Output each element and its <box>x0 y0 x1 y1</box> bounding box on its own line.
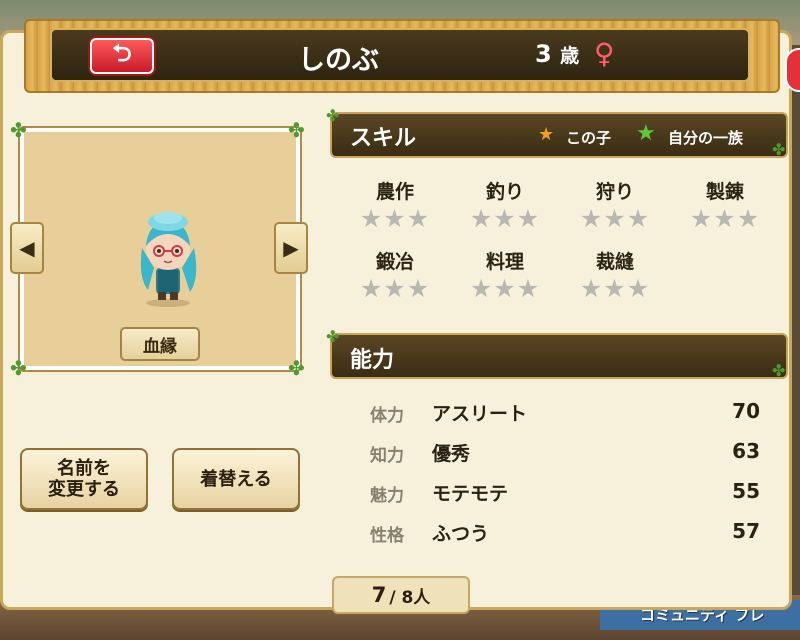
age-unit: 歳 <box>560 45 580 67</box>
stat-label: 体力 <box>370 406 404 426</box>
character-avatar <box>140 212 197 307</box>
age-number: 3 <box>535 40 552 68</box>
skill-name: 裁縫 <box>595 251 634 273</box>
skill-section-title: スキル <box>350 126 417 151</box>
header-bar <box>50 28 750 82</box>
leaf-ornament-icon: ✤ <box>772 140 786 159</box>
stat-number: 70 <box>732 399 760 423</box>
next-character-button[interactable]: ▶ <box>274 222 308 274</box>
page-indicator: 7 / 8人 <box>332 576 470 614</box>
change-clothes-button[interactable]: 着替える <box>172 448 300 510</box>
back-button[interactable]: ⮌ <box>90 38 154 74</box>
stat-label: 知力 <box>370 446 404 466</box>
leaf-ornament-icon: ✤ <box>10 118 27 142</box>
skill-name: 製錬 <box>705 181 744 203</box>
skill-name: 鍛冶 <box>375 251 414 273</box>
return-arrow-icon: ⮌ <box>112 38 132 67</box>
leaf-ornament-icon: ✤ <box>326 106 340 125</box>
ability-section-title: 能力 <box>350 348 395 373</box>
character-name: しのぶ <box>298 45 379 76</box>
skill-name: 料理 <box>485 251 524 273</box>
stat-value: ふつう <box>432 523 490 545</box>
skill-name: 狩り <box>595 181 634 203</box>
skill-name: 農作 <box>375 181 414 203</box>
rename-button[interactable]: 名前を 変更する <box>20 448 148 510</box>
skill-star-rating: ★★★ <box>469 274 541 303</box>
close-button-edge[interactable] <box>785 48 800 92</box>
leaf-ornament-icon: ✤ <box>288 356 305 380</box>
stat-value: 優秀 <box>432 443 471 465</box>
page-total: / 8人 <box>389 587 431 608</box>
stat-value: アスリート <box>432 403 528 425</box>
arrow-right-icon: ▶ <box>283 236 299 260</box>
leaf-ornament-icon: ✤ <box>326 327 340 346</box>
skill-star-rating: ★★★ <box>579 204 651 233</box>
kinship-button[interactable]: 血縁 <box>120 327 200 361</box>
previous-character-button[interactable]: ◀ <box>10 222 44 274</box>
character-age: 3 歳 <box>535 40 579 68</box>
female-icon: ♀ <box>594 37 615 70</box>
gold-star-icon: ★ <box>538 124 555 145</box>
leaf-ornament-icon: ✤ <box>10 356 27 380</box>
skill-star-rating: ★★★ <box>579 274 651 303</box>
stat-label: 性格 <box>370 526 404 546</box>
stat-number: 55 <box>732 479 760 503</box>
skill-name: 釣り <box>485 181 524 203</box>
page-current: 7 <box>371 583 387 607</box>
stat-number: 63 <box>732 439 760 463</box>
skill-star-rating: ★★★ <box>689 204 761 233</box>
leaf-ornament-icon: ✤ <box>288 118 305 142</box>
skill-star-rating: ★★★ <box>359 274 431 303</box>
arrow-left-icon: ◀ <box>19 236 35 260</box>
legend-this-child: この子 <box>566 129 612 147</box>
legend-own-clan: 自分の一族 <box>668 129 744 147</box>
ability-section-header <box>330 333 788 379</box>
leaf-ornament-icon: ✤ <box>772 361 786 380</box>
stat-value: モテモテ <box>432 483 509 505</box>
skill-star-rating: ★★★ <box>359 204 431 233</box>
skill-star-rating: ★★★ <box>469 204 541 233</box>
green-star-icon: ★ <box>636 121 656 146</box>
stat-number: 57 <box>732 519 760 543</box>
stat-label: 魅力 <box>370 486 404 506</box>
